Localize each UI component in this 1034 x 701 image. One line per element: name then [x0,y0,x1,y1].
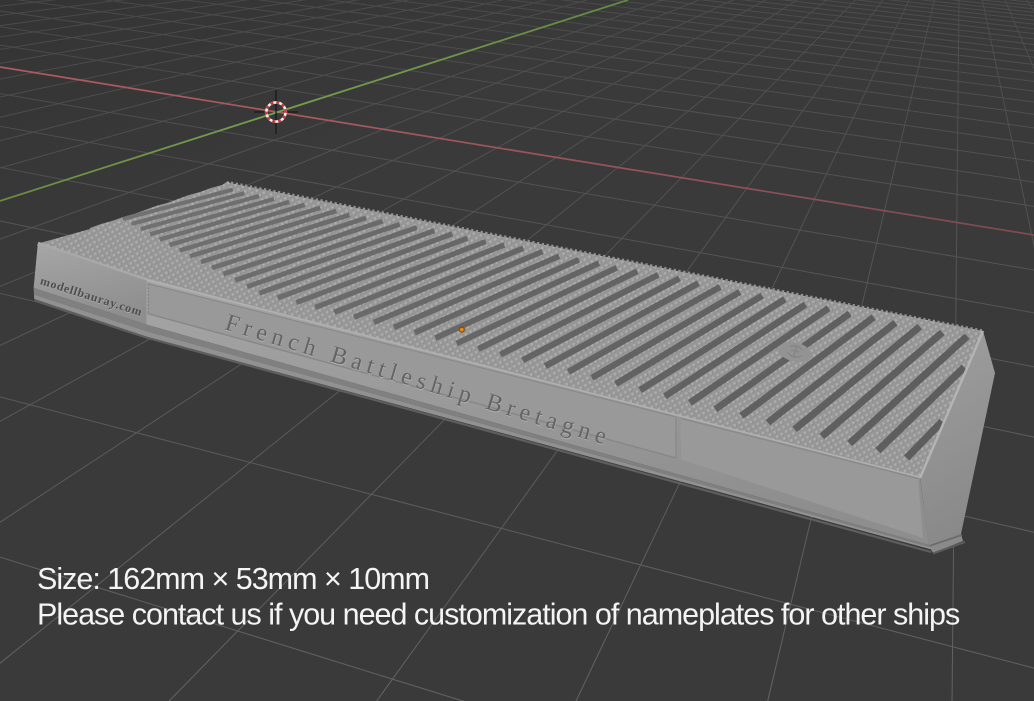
svg-text:Please contact us if you need: Please contact us if you need customizat… [37,598,960,632]
svg-text:Size: 162mm × 53mm × 10mm: Size: 162mm × 53mm × 10mm [37,562,429,596]
